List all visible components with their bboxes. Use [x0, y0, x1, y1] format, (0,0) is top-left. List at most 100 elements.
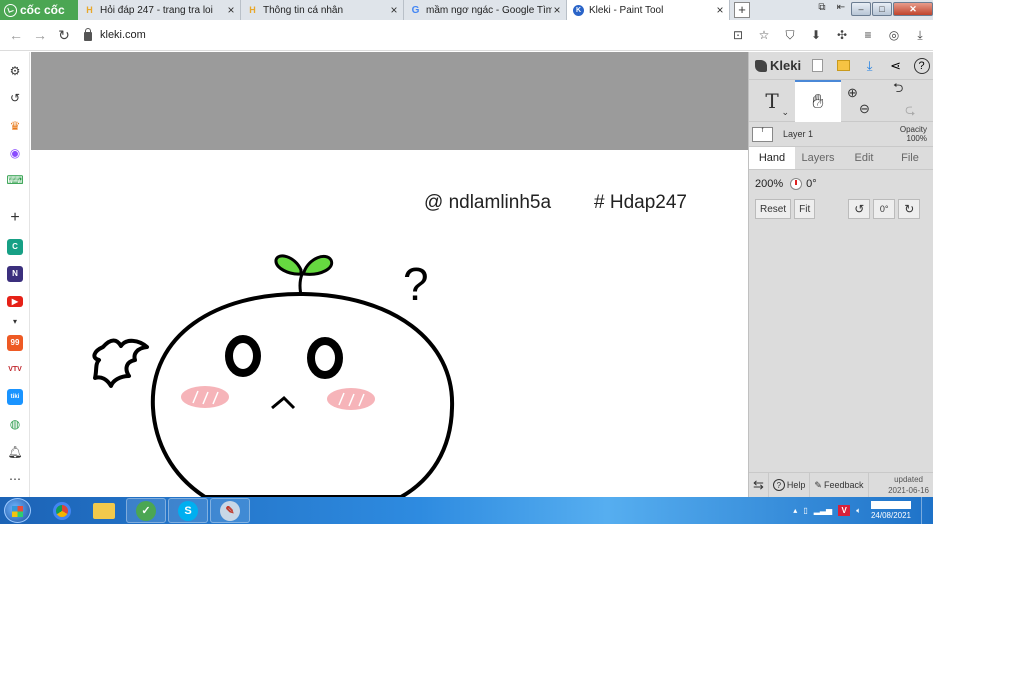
help-icon[interactable]: ? [911, 57, 932, 75]
opacity-label: Opacity [899, 125, 927, 134]
kleki-app-name: Kleki [770, 58, 802, 73]
add-sidebar-item-icon[interactable]: + [7, 210, 23, 226]
app-c-icon[interactable]: C [7, 239, 23, 255]
fit-button[interactable]: Fit [794, 199, 816, 219]
notification-bell-icon[interactable]: 🔔︎ [7, 444, 23, 460]
reading-list-icon[interactable]: ≡ [855, 28, 881, 42]
crown-icon[interactable]: ♛ [7, 118, 23, 134]
undo-icon[interactable]: ⮌ [893, 79, 903, 101]
text-tool-icon: T [765, 89, 779, 113]
update-info[interactable]: updated 2021-06-16 [884, 473, 933, 498]
taskbar-chrome[interactable] [42, 498, 82, 523]
reload-icon[interactable]: ↻ [52, 27, 76, 44]
zoom-out-icon[interactable]: ⊖ [859, 101, 870, 117]
messenger-icon[interactable]: ◉ [7, 145, 23, 161]
coccoc-brand[interactable]: cốc cốc [0, 0, 78, 20]
taskbar-skype[interactable]: S [168, 498, 208, 523]
kleki-panel: Kleki ⤓ ⋖ ? T ⌄ ✋︎ ⊕ ⊖ ⮌ ⮎ f Layer 1 Opac… [748, 52, 933, 498]
clock[interactable]: 24/08/2021 [867, 501, 915, 520]
show-desktop-button[interactable] [921, 497, 929, 524]
canvas-gray-background [31, 52, 748, 150]
new-image-icon[interactable] [807, 57, 828, 75]
sprout-character-drawing: ? [92, 254, 455, 497]
rotate-left-button[interactable]: ↺ [848, 199, 871, 219]
chevron-down-icon[interactable]: ▾ [7, 314, 23, 330]
start-button[interactable] [4, 498, 31, 523]
rotate-right-button[interactable]: ↻ [898, 199, 921, 219]
tab-kleki[interactable]: K Kleki - Paint Tool × [567, 0, 730, 20]
feedback-button[interactable]: ✎ Feedback [810, 472, 869, 498]
swap-side-button[interactable]: ⇆ [749, 472, 769, 498]
extensions-icon[interactable]: ✣ [829, 28, 855, 42]
tab-title: Kleki - Paint Tool [589, 4, 664, 16]
bookmark-star-icon[interactable]: ☆ [751, 28, 777, 42]
gamepad-icon[interactable]: ⌨ [6, 172, 23, 188]
rotation-reset-button[interactable]: 0° [873, 199, 896, 219]
app-99-icon[interactable]: 99 [7, 335, 23, 351]
back-icon[interactable]: ← [4, 27, 28, 43]
taskbar-paint[interactable]: ✎ [210, 498, 250, 523]
panel-tabs: Hand Layers Edit File [749, 147, 933, 170]
url-field[interactable]: kleki.com [84, 28, 725, 41]
zoom-buttons: ⊕ ⊖ [841, 80, 887, 122]
close-tab-icon[interactable]: × [715, 3, 725, 17]
tab-google[interactable]: G mầm ngơ ngác - Google Tìm × [404, 0, 567, 20]
back-arrow-icon[interactable]: ⇤ [832, 2, 850, 16]
tiki-icon[interactable]: tiki [7, 389, 23, 405]
question-mark: ? [403, 258, 429, 310]
close-tab-icon[interactable]: × [389, 3, 399, 17]
open-folder-icon[interactable] [833, 57, 854, 75]
text-tool-button[interactable]: T ⌄ [749, 80, 795, 122]
tab-layers[interactable]: Layers [795, 147, 841, 169]
reset-button[interactable]: Reset [755, 199, 792, 219]
rotate-right-icon: ↻ [904, 202, 915, 216]
tab-hoidap247[interactable]: H Hỏi đáp 247 - trang tra loi × [78, 0, 241, 20]
speaker-icon[interactable]: 🔈︎ [856, 506, 861, 516]
updated-label: updated [894, 475, 923, 484]
tool-row: T ⌄ ✋︎ ⊕ ⊖ ⮌ ⮎ [749, 80, 933, 122]
show-hidden-icons[interactable]: ▴ [793, 506, 797, 515]
sprout-right-leaf [302, 255, 334, 276]
help-button[interactable]: ? Help [769, 472, 811, 498]
taskbar-explorer[interactable] [84, 498, 124, 523]
vtv-icon[interactable]: VTV [7, 362, 23, 378]
address-bar: ← → ↻ kleki.com ⊡ ☆ ⛉ ⬇ ✣ ≡ ◎ ⤓ [0, 20, 933, 51]
translate-icon[interactable]: ⊡ [725, 28, 751, 42]
tab-hand[interactable]: Hand [749, 147, 795, 169]
close-tab-icon[interactable]: × [552, 3, 562, 17]
more-icon[interactable]: ⋯ [7, 471, 23, 487]
youtube-icon[interactable]: ▶ [7, 296, 23, 307]
zoom-in-icon[interactable]: ⊕ [847, 85, 858, 101]
close-window-button[interactable]: ✕ [893, 2, 933, 16]
unikey-v-icon[interactable]: V [838, 505, 851, 516]
app-n-icon[interactable]: N [7, 266, 23, 282]
download-video-icon[interactable]: ⬇ [803, 28, 829, 42]
maximize-button[interactable]: □ [872, 2, 892, 16]
hand-tool-button[interactable]: ✋︎ [795, 80, 841, 122]
taskbar-coccoc[interactable]: ✓ [126, 498, 166, 523]
battery-icon[interactable]: ▯ [803, 506, 807, 515]
share-icon[interactable]: ⋖ [885, 57, 906, 75]
drawing-canvas[interactable]: @ ndlamlinh5a # Hdap247 ? [31, 52, 748, 497]
coccoc-ball-icon[interactable]: ◍ [7, 416, 23, 432]
forward-icon[interactable]: → [28, 27, 52, 43]
new-tab-button[interactable]: + [734, 2, 750, 18]
minimize-button[interactable]: – [851, 2, 871, 16]
zoom-status: 200% 0° [755, 176, 927, 192]
redo-icon[interactable]: ⮎ [905, 101, 915, 123]
close-tab-icon[interactable]: × [226, 3, 236, 17]
screenshot-icon[interactable]: ⧉ [813, 2, 831, 16]
google-icon: G [411, 4, 420, 16]
settings-gear-icon[interactable]: ⚙ [7, 63, 23, 79]
shield-icon[interactable]: ⛉ [777, 28, 803, 43]
clock-date: 24/08/2021 [870, 511, 912, 520]
signal-icon[interactable]: ▂▃▅ [814, 506, 832, 515]
save-download-icon[interactable]: ⤓ [859, 57, 880, 75]
layer-row[interactable]: f Layer 1 Opacity 100% [749, 122, 933, 147]
tab-edit[interactable]: Edit [841, 147, 887, 169]
history-icon[interactable]: ↺ [7, 90, 23, 106]
tab-thongtin[interactable]: H Thông tin cá nhân × [241, 0, 404, 20]
tab-file[interactable]: File [887, 147, 933, 169]
downloads-icon[interactable]: ⤓ [907, 28, 933, 43]
profile-icon[interactable]: ◎ [881, 28, 907, 42]
